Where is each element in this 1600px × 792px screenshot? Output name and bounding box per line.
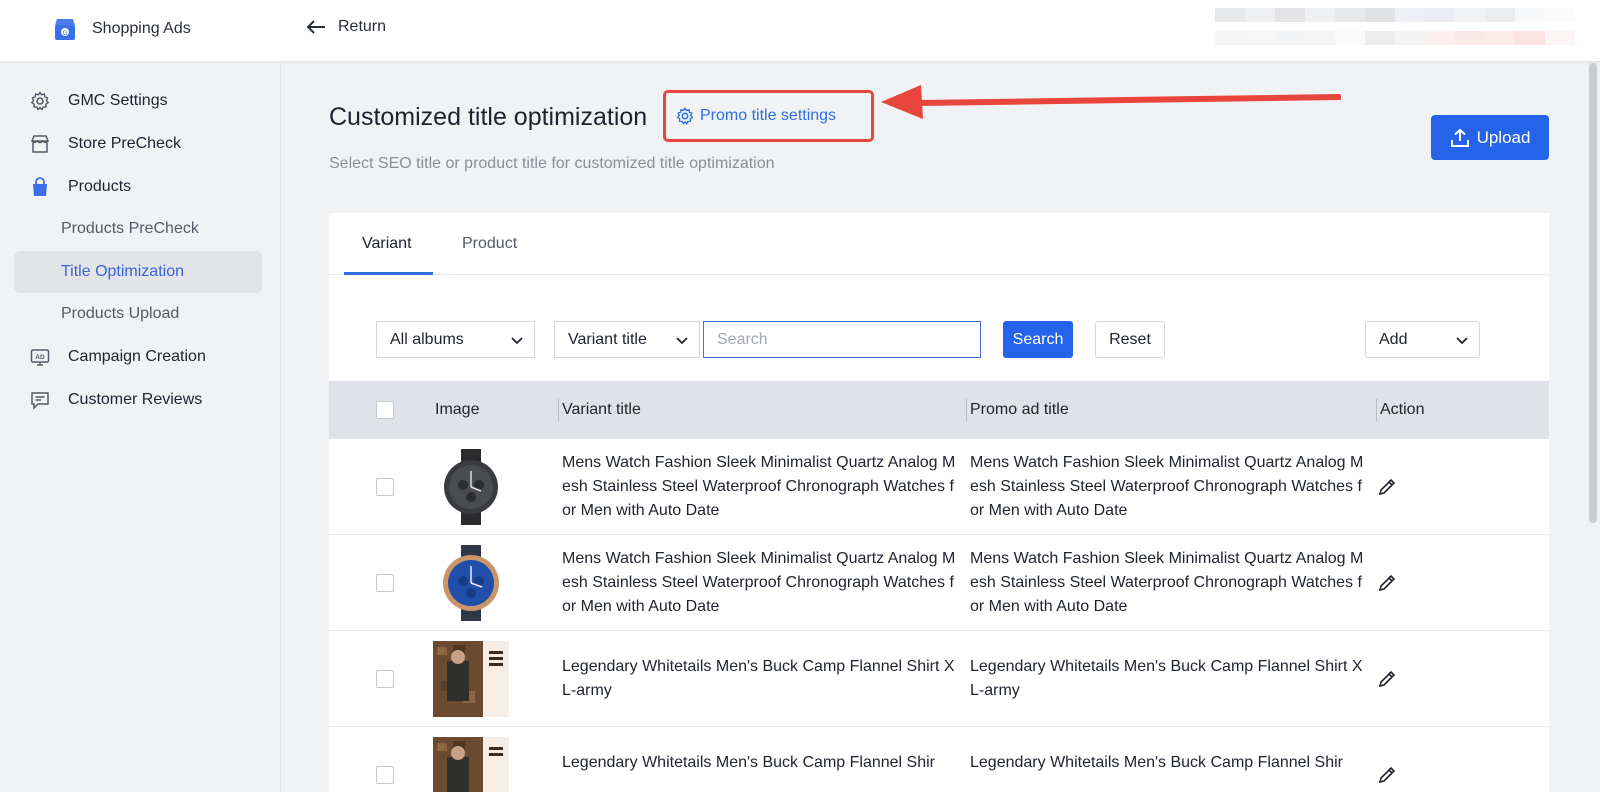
sidebar-item-products-precheck[interactable]: Products PreCheck (14, 208, 262, 250)
sidebar-item-store-precheck[interactable]: Store PreCheck (14, 123, 262, 165)
shopping-ads-logo-icon: G (55, 19, 75, 40)
row-checkbox[interactable] (376, 766, 394, 784)
tab-label: Variant (362, 235, 412, 252)
edit-pencil-icon[interactable] (1377, 477, 1397, 497)
sidebar-item-label: Store PreCheck (68, 135, 181, 152)
row-checkbox[interactable] (376, 478, 394, 496)
upload-icon (1450, 128, 1469, 147)
arrow-left-icon (306, 20, 325, 34)
brand: G Shopping Ads (52, 16, 191, 42)
album-select-value: All albums (390, 330, 464, 348)
variant-title-cell: Mens Watch Fashion Sleek Minimalist Quar… (562, 550, 956, 615)
sidebar: GMC Settings Store PreCheck Products Pro… (0, 63, 281, 792)
tab-variant[interactable]: Variant (362, 213, 412, 275)
chevron-down-icon (511, 337, 523, 345)
sidebar-item-label: Campaign Creation (68, 348, 206, 365)
table-row: Mens Watch Fashion Sleek Minimalist Quar… (329, 439, 1549, 535)
reset-button[interactable]: Reset (1095, 321, 1165, 358)
red-arrow-annotation-icon (881, 85, 1341, 119)
search-button[interactable]: Search (1003, 321, 1073, 358)
column-divider (1376, 399, 1377, 421)
sidebar-item-products-upload[interactable]: Products Upload (14, 293, 262, 335)
sidebar-item-campaign-creation[interactable]: AD Campaign Creation (14, 336, 262, 378)
column-header-image: Image (435, 401, 480, 418)
product-image-blue-gold-watch (433, 545, 509, 621)
sidebar-item-label: Products PreCheck (61, 220, 199, 237)
chevron-down-icon (676, 337, 688, 345)
tab-label: Product (462, 235, 518, 252)
row-checkbox[interactable] (376, 574, 394, 592)
select-all-checkbox[interactable] (376, 401, 394, 419)
comment-icon (29, 389, 51, 411)
return-label: Return (338, 18, 387, 35)
search-input[interactable] (703, 321, 981, 358)
table-row: Legendary Whitetails Men's Buck Camp Fla… (329, 631, 1549, 727)
gear-icon (676, 107, 694, 125)
promo-title-settings-label: Promo title settings (700, 107, 837, 124)
promo-title-cell: Legendary Whitetails Men's Buck Camp Fla… (970, 754, 1343, 771)
top-bar: G Shopping Ads Return (0, 0, 1600, 62)
sidebar-item-label: GMC Settings (68, 92, 168, 109)
tab-product[interactable]: Product (462, 213, 517, 275)
ad-icon: AD (29, 346, 51, 368)
svg-text:G: G (63, 31, 68, 37)
sidebar-item-label: Title Optimization (61, 263, 184, 280)
table-row: Legendary Whitetails Men's Buck Camp Fla… (329, 727, 1549, 792)
upload-label: Upload (1476, 127, 1531, 147)
chevron-down-icon (1456, 337, 1468, 345)
gear-icon (29, 90, 51, 112)
add-select-value: Add (1379, 330, 1408, 348)
promo-title-cell: Mens Watch Fashion Sleek Minimalist Quar… (970, 454, 1364, 519)
promo-title-cell: Legendary Whitetails Men's Buck Camp Fla… (970, 658, 1363, 699)
product-image-black-watch (433, 449, 509, 525)
page-title: Customized title optimization (329, 103, 648, 131)
sidebar-item-label: Products Upload (61, 305, 180, 322)
column-divider (558, 399, 559, 421)
field-select-value: Variant title (568, 330, 647, 348)
add-select[interactable]: Add (1365, 321, 1480, 358)
column-divider (966, 399, 967, 421)
variant-title-cell: Legendary Whitetails Men's Buck Camp Fla… (562, 754, 935, 771)
promo-title-cell: Mens Watch Fashion Sleek Minimalist Quar… (970, 550, 1364, 615)
store-icon (29, 133, 51, 155)
sidebar-item-label: Products (68, 178, 132, 195)
edit-pencil-icon[interactable] (1377, 765, 1397, 785)
return-button[interactable]: Return (306, 18, 386, 36)
product-image-flannel-shirt (433, 641, 509, 717)
title-table-card: Variant Product All albums Variant title… (329, 213, 1549, 792)
column-header-action: Action (1380, 401, 1425, 418)
field-select[interactable]: Variant title (554, 321, 700, 358)
edit-pencil-icon[interactable] (1377, 669, 1397, 689)
sidebar-item-label: Customer Reviews (68, 391, 203, 408)
table-header: Image Variant title Promo ad title Actio… (329, 381, 1549, 439)
page-scrollbar[interactable] (1589, 63, 1597, 523)
active-tab-indicator (344, 272, 433, 275)
shopping-bag-icon (29, 176, 51, 198)
page-subtitle: Select SEO title or product title for cu… (329, 155, 775, 172)
edit-pencil-icon[interactable] (1377, 573, 1397, 593)
table-row: Mens Watch Fashion Sleek Minimalist Quar… (329, 535, 1549, 631)
main-content: Customized title optimization Promo titl… (281, 63, 1600, 792)
blurred-account-info (1215, 8, 1575, 54)
album-select[interactable]: All albums (376, 321, 535, 358)
sidebar-item-customer-reviews[interactable]: Customer Reviews (14, 379, 262, 421)
promo-title-settings-link[interactable]: Promo title settings (663, 90, 874, 142)
column-header-variant-title: Variant title (562, 401, 641, 418)
row-checkbox[interactable] (376, 670, 394, 688)
sidebar-item-gmc-settings[interactable]: GMC Settings (14, 80, 262, 122)
variant-title-cell: Mens Watch Fashion Sleek Minimalist Quar… (562, 454, 956, 519)
sidebar-item-products[interactable]: Products (14, 166, 262, 208)
sidebar-item-title-optimization[interactable]: Title Optimization (14, 251, 262, 293)
variant-title-cell: Legendary Whitetails Men's Buck Camp Fla… (562, 658, 955, 699)
column-header-promo-ad-title: Promo ad title (970, 401, 1069, 418)
tab-bar: Variant Product (329, 213, 1549, 275)
product-image-flannel-shirt (433, 737, 509, 792)
svg-text:AD: AD (35, 354, 45, 361)
upload-button[interactable]: Upload (1431, 115, 1549, 160)
app-name: Shopping Ads (92, 20, 191, 37)
